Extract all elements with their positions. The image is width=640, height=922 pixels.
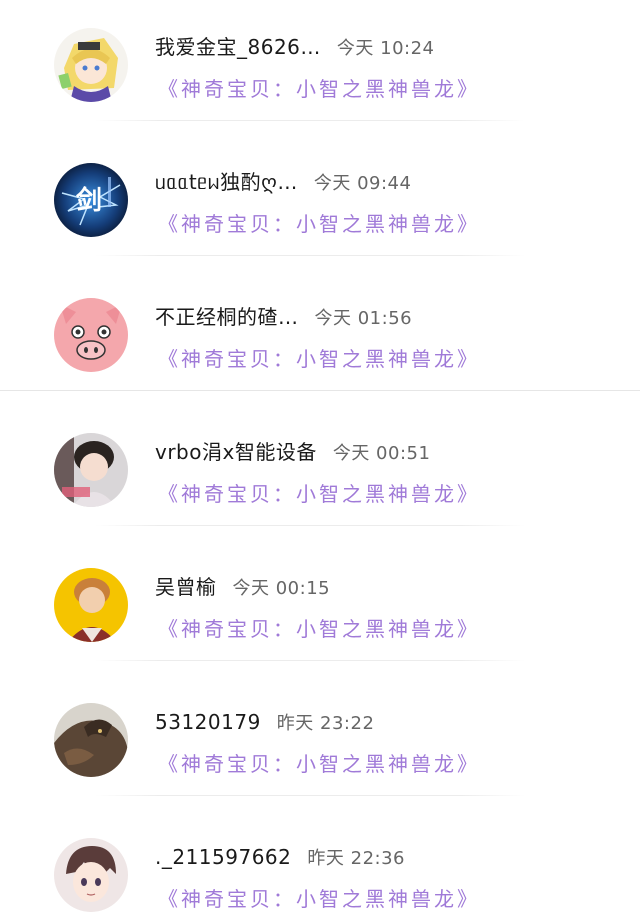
divider	[95, 255, 525, 256]
beast-avatar[interactable]	[54, 703, 128, 777]
last-message: 《神奇宝贝：小智之黑神兽龙》	[158, 77, 480, 101]
svg-text:剑: 剑	[76, 185, 102, 216]
contact-name: 不正经桐的碴…	[155, 305, 299, 329]
contact-name: 吴曾榆	[155, 575, 217, 599]
contact-name: ._211597662	[155, 845, 292, 869]
contact-name: 53120179	[155, 710, 261, 734]
section-separator	[0, 390, 640, 391]
last-message: 《神奇宝贝：小智之黑神兽龙》	[158, 482, 480, 506]
conversation-item[interactable]: 53120179 昨天 23:22 《神奇宝贝：小智之黑神兽龙》	[0, 675, 640, 810]
timestamp: 今天 10:24	[336, 38, 435, 59]
conversation-header: ᥙᥲᥲtᥱᥕ独酌ღ… 今天 09:44	[155, 169, 411, 197]
divider	[95, 525, 525, 526]
timestamp: 今天 00:15	[232, 578, 331, 599]
last-message: 《神奇宝贝：小智之黑神兽龙》	[158, 752, 480, 776]
conversation-item[interactable]: 吴曾榆 今天 00:15 《神奇宝贝：小智之黑神兽龙》	[0, 540, 640, 675]
conversation-item[interactable]: 我爱金宝_8626… 今天 10:24 《神奇宝贝：小智之黑神兽龙》	[0, 0, 640, 135]
yellow-bg-person-avatar[interactable]	[54, 568, 128, 642]
last-message: 《神奇宝贝：小智之黑神兽龙》	[158, 887, 480, 911]
blue-sword-avatar[interactable]: 剑	[54, 163, 128, 237]
conversation-item[interactable]: 不正经桐的碴… 今天 01:56 《神奇宝贝：小智之黑神兽龙》	[0, 270, 640, 405]
conversation-header: ._211597662 昨天 22:36	[155, 844, 405, 872]
contact-name: 我爱金宝_8626…	[155, 35, 321, 59]
anime-boy-avatar[interactable]	[54, 838, 128, 912]
timestamp: 昨天 23:22	[276, 713, 375, 734]
conversation-header: 53120179 昨天 23:22	[155, 709, 374, 737]
conversation-item[interactable]: vrbo涓x智能设备 今天 00:51 《神奇宝贝：小智之黑神兽龙》	[0, 405, 640, 540]
conversation-header: 吴曾榆 今天 00:15	[155, 574, 330, 602]
conversation-header: vrbo涓x智能设备 今天 00:51	[155, 439, 430, 467]
conversation-item[interactable]: 剑 ᥙᥲᥲtᥱᥕ独酌ღ… 今天 09:44 《神奇宝贝：小智之黑神兽龙》	[0, 135, 640, 270]
timestamp: 今天 09:44	[313, 173, 412, 194]
divider	[95, 120, 525, 121]
last-message: 《神奇宝贝：小智之黑神兽龙》	[158, 347, 480, 371]
anime-girl-avatar[interactable]	[54, 28, 128, 102]
last-message: 《神奇宝贝：小智之黑神兽龙》	[158, 212, 480, 236]
young-man-avatar[interactable]	[54, 433, 128, 507]
conversation-header: 我爱金宝_8626… 今天 10:24	[155, 34, 435, 62]
pink-pig-avatar[interactable]	[54, 298, 128, 372]
timestamp: 昨天 22:36	[307, 848, 405, 869]
conversation-list: 我爱金宝_8626… 今天 10:24 《神奇宝贝：小智之黑神兽龙》 剑 ᥙᥲᥲ…	[0, 0, 640, 922]
conversation-item[interactable]: ._211597662 昨天 22:36 《神奇宝贝：小智之黑神兽龙》	[0, 810, 640, 922]
last-message: 《神奇宝贝：小智之黑神兽龙》	[158, 617, 480, 641]
conversation-header: 不正经桐的碴… 今天 01:56	[155, 304, 412, 332]
contact-name: vrbo涓x智能设备	[155, 440, 317, 464]
timestamp: 今天 00:51	[332, 443, 431, 464]
timestamp: 今天 01:56	[314, 308, 413, 329]
divider	[95, 795, 525, 796]
contact-name: ᥙᥲᥲtᥱᥕ独酌ღ…	[155, 170, 298, 194]
divider	[95, 660, 525, 661]
